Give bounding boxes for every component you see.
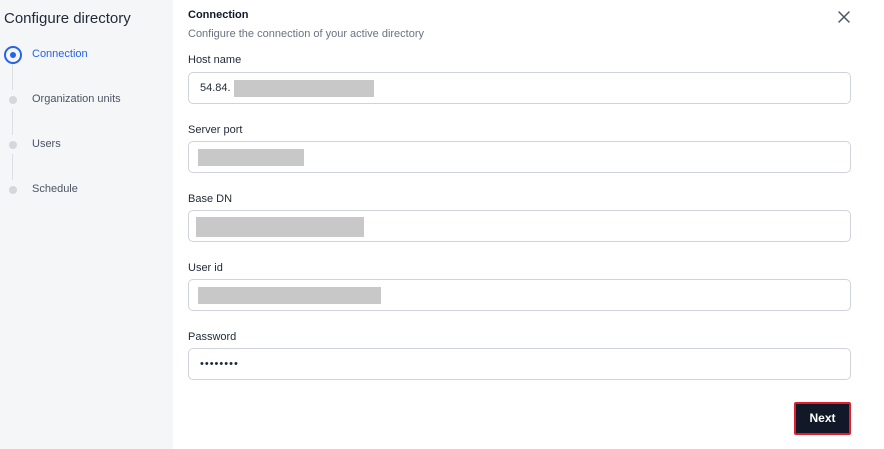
active-step-icon (4, 46, 22, 64)
panel-subtitle: Configure the connection of your active … (188, 28, 425, 40)
redacted-block (196, 217, 364, 237)
panel-title: Connection (188, 9, 249, 21)
pending-step-icon (9, 141, 17, 149)
step-connector (12, 109, 13, 135)
step-label: Organization units (32, 93, 121, 105)
step-organization-units[interactable]: Organization units (0, 90, 173, 110)
step-connection[interactable]: Connection (0, 45, 173, 65)
host-name-value: 54.84. (200, 82, 231, 94)
step-connector (12, 154, 13, 180)
sidebar-title: Configure directory (4, 10, 131, 27)
user-id-input[interactable] (188, 279, 851, 311)
base-dn-input[interactable] (188, 210, 851, 242)
user-id-label: User id (188, 262, 223, 274)
redacted-block (198, 149, 304, 166)
redacted-block (198, 287, 381, 304)
sidebar: Configure directory Connection Organizat… (0, 0, 173, 449)
server-port-input[interactable] (188, 141, 851, 173)
host-name-label: Host name (188, 54, 242, 66)
password-value: •••••••• (200, 358, 239, 370)
pending-step-icon (9, 96, 17, 104)
password-label: Password (188, 331, 237, 343)
step-schedule[interactable]: Schedule (0, 180, 173, 200)
step-label: Users (32, 138, 61, 150)
next-button[interactable]: Next (794, 402, 851, 435)
server-port-label: Server port (188, 124, 243, 136)
close-icon[interactable] (836, 9, 852, 25)
step-label: Schedule (32, 183, 78, 195)
host-name-input[interactable]: 54.84. (188, 72, 851, 104)
pending-step-icon (9, 186, 17, 194)
password-input[interactable]: •••••••• (188, 348, 851, 380)
step-label: Connection (32, 48, 88, 60)
step-connector (12, 64, 13, 90)
redacted-block (234, 80, 374, 97)
base-dn-label: Base DN (188, 193, 233, 205)
step-users[interactable]: Users (0, 135, 173, 155)
